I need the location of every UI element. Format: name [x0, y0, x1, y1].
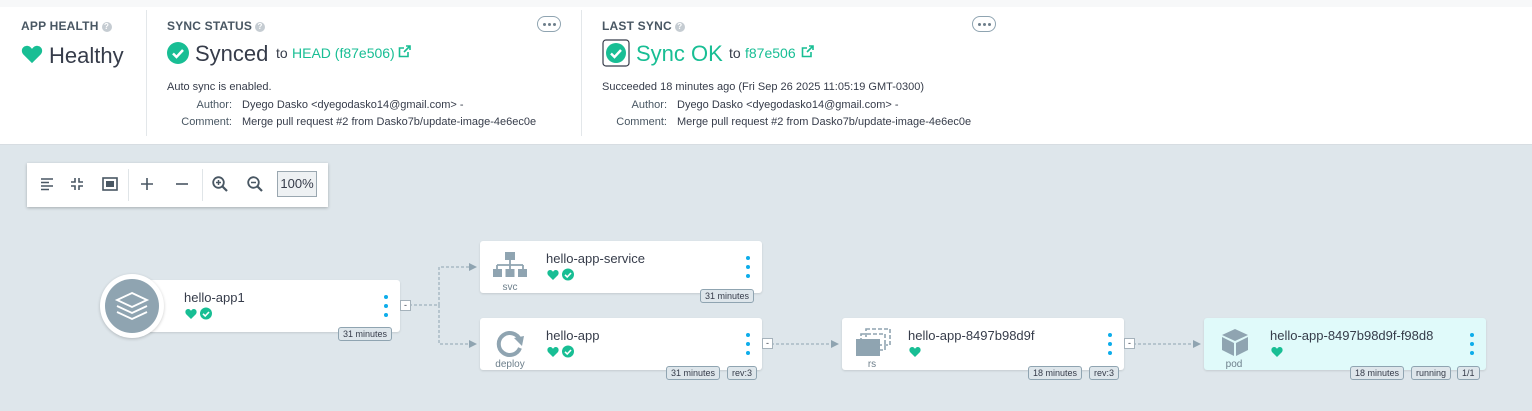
age-tag: 18 minutes [1028, 366, 1083, 380]
health-sync-icons [547, 268, 574, 281]
node-menu-button[interactable] [745, 256, 751, 278]
layers-icon [114, 292, 150, 320]
edge-app-to-deploy [438, 305, 477, 348]
node-menu-button[interactable] [1469, 333, 1475, 355]
app-icon-circle [100, 274, 164, 338]
kind-label: svc [502, 282, 518, 293]
node-name: hello-app-8497b98d9f-f98d8 [1270, 328, 1434, 343]
ready-count-tag: 1/1 [1457, 366, 1480, 380]
collapse-toggle[interactable]: - [762, 338, 773, 349]
node-menu-button[interactable] [1107, 333, 1113, 355]
copy-icon [856, 328, 891, 356]
edge-app-to-service [409, 263, 477, 306]
node-name: hello-app-8497b98d9f [908, 328, 1035, 343]
collapse-toggle[interactable]: - [400, 300, 411, 311]
revision-tag: rev:3 [1089, 366, 1120, 380]
age-tag: 18 minutes [1350, 366, 1405, 380]
service-node[interactable]: svc hello-app-service 31 minutes [480, 241, 762, 303]
age-tag: 31 minutes [700, 289, 755, 303]
pod-node[interactable]: pod hello-app-8497b98d9f-f98d8 18 minute… [1204, 318, 1486, 380]
deployment-node[interactable]: deploy hello-app 31 minutes rev:3 [480, 318, 762, 380]
node-menu-button[interactable] [745, 333, 751, 355]
node-name: hello-app-service [546, 251, 645, 266]
sitemap-icon [493, 252, 527, 277]
kind-label: rs [867, 359, 877, 370]
health-sync-icons [185, 307, 212, 320]
app-node[interactable]: hello-app1 31 minutes [140, 280, 400, 341]
health-sync-icons [547, 345, 574, 358]
age-tag: 31 minutes [338, 327, 393, 341]
node-menu-button[interactable] [383, 295, 389, 317]
heart-icon [1271, 346, 1283, 357]
kind-label: deploy [495, 359, 525, 370]
heart-icon [909, 346, 921, 357]
revision-tag: rev:3 [727, 366, 758, 380]
redo-icon [496, 331, 524, 357]
kind-label: pod [1225, 359, 1243, 370]
age-tag: 31 minutes [666, 366, 721, 380]
replicaset-node[interactable]: rs hello-app-8497b98d9f 18 minutes rev:3 [842, 318, 1124, 380]
collapse-toggle[interactable]: - [1124, 338, 1135, 349]
pod-state-tag: running [1411, 366, 1452, 380]
node-name: hello-app1 [184, 290, 245, 305]
node-name: hello-app [546, 328, 600, 343]
cube-icon [1222, 329, 1248, 356]
